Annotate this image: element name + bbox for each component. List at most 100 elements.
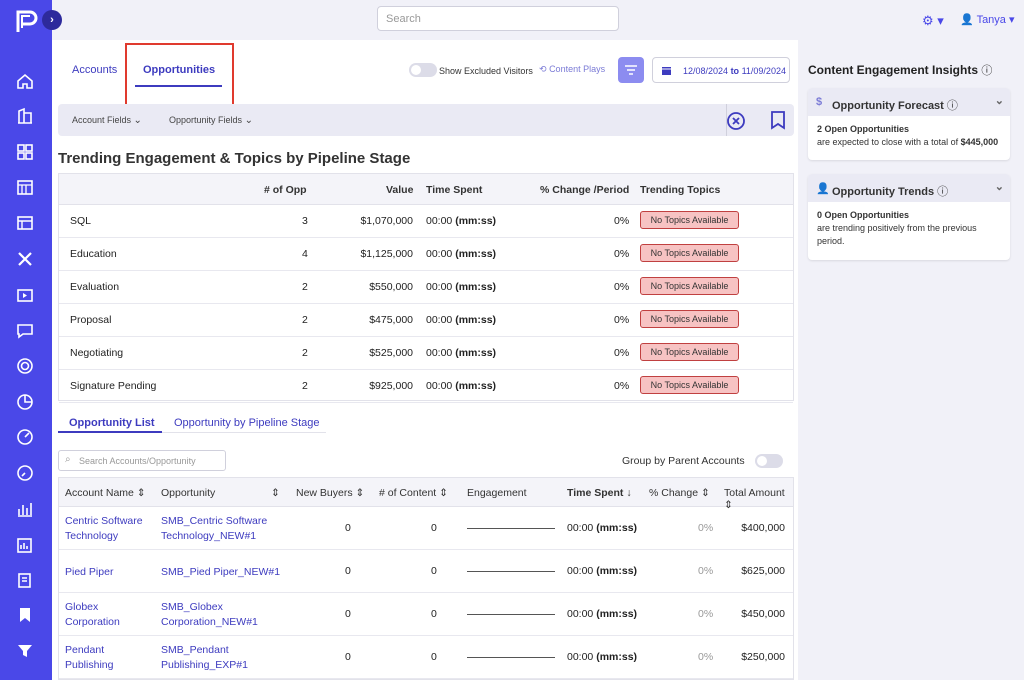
filter-button[interactable] [618,57,644,83]
forecast-card-header[interactable]: $ Opportunity Forecast ⓘ ⌄ [808,88,1010,116]
tab-by-pipeline-stage[interactable]: Opportunity by Pipeline Stage [174,417,320,429]
change-value: 0% [614,314,630,326]
opportunity-link[interactable]: SMB_Globex Corporation_NEW#1 [161,600,258,630]
opportunity-link[interactable]: SMB_Centric Software Technology_NEW#1 [161,514,267,544]
analytics-icon[interactable] [16,428,34,446]
info-icon[interactable]: ⓘ [937,186,948,198]
stage-row: SQL 3 $1,070,000 00:00 (mm:ss) 0% No Top… [59,205,793,238]
video-icon[interactable] [16,286,34,304]
opp-count: 2 [302,380,308,392]
topics-badge: No Topics Available [640,211,739,229]
content-count: 0 [431,522,437,534]
account-name-link[interactable]: Globex Corporation [65,600,120,630]
forecast-body: 2 Open Opportunities are expected to clos… [817,124,999,147]
opp-count: 4 [302,248,308,260]
sidebar-rail [0,0,52,680]
account-name-link[interactable]: Centric Software Technology [65,514,143,544]
window-icon[interactable] [16,214,34,232]
time-spent: 00:00 (mm:ss) [426,380,497,392]
calendar-grid-icon[interactable] [16,178,34,196]
engagement-line [467,614,555,615]
account-name-link[interactable]: Pendant Publishing [65,643,113,673]
stage-row: Proposal 2 $475,000 00:00 (mm:ss) 0% No … [59,304,793,337]
expand-sidebar-button[interactable]: › [42,10,62,30]
content-plays-link[interactable]: ⟲ Content Plays [539,64,605,75]
trending-header: # of Opp Value Time Spent % Change /Peri… [59,174,793,205]
save-bookmark-icon[interactable] [770,110,786,130]
col-engagement: Engagement [467,487,527,499]
chevron-down-icon: ⌄ [133,115,142,126]
account-name-link[interactable]: Pied Piper [65,565,113,580]
col-account-name[interactable]: Account Name ⇕ [65,487,146,499]
topics-badge: No Topics Available [640,310,739,328]
engagement-line [467,528,555,529]
clear-filters-icon[interactable] [726,111,746,131]
opportunity-link[interactable]: SMB_Pied Piper_NEW#1 [161,565,280,580]
dashboard-icon[interactable] [16,143,34,161]
col-new-buyers[interactable]: New Buyers ⇕ [296,487,364,499]
table-row: Pendant Publishing SMB_Pendant Publishing_… [59,636,793,679]
time-spent: 00:00 (mm:ss) [426,215,497,227]
home-icon[interactable] [16,72,34,90]
trends-card-header[interactable]: 👤 Opportunity Trends ⓘ ⌄ [808,174,1010,202]
opportunity-fields-dropdown[interactable]: Opportunity Fields ⌄ [169,115,253,126]
stage-row: Evaluation 2 $550,000 00:00 (mm:ss) 0% N… [59,271,793,304]
account-fields-dropdown[interactable]: Account Fields ⌄ [72,115,142,126]
group-parent-toggle[interactable] [755,454,783,468]
opportunity-link[interactable]: SMB_Pendant Publishing_EXP#1 [161,643,248,673]
time-spent: 00:00 (mm:ss) [567,608,638,620]
settings-gear-icon[interactable]: ⚙ ▾ [922,13,944,29]
report-icon[interactable] [16,536,34,554]
col-num-content[interactable]: # of Content ⇕ [379,487,448,499]
info-icon[interactable]: ⓘ [947,100,958,112]
tools-icon[interactable] [16,250,34,268]
bar-chart-icon[interactable] [16,500,34,518]
stage-row: Education 4 $1,125,000 00:00 (mm:ss) 0% … [59,238,793,271]
engagement-line [467,657,555,658]
pie-chart-icon[interactable] [16,393,34,411]
search-icon: ⌕ [65,454,71,465]
trends-body: 0 Open Opportunities are trending positiv… [817,210,977,246]
list-header: Account Name ⇕ Opportunity ⇕ New Buyers … [59,478,793,511]
change-value: 0% [614,380,630,392]
group-parent-label: Group by Parent Accounts [622,455,745,467]
global-search-input[interactable]: Search [377,6,619,31]
chevron-down-icon[interactable]: ⌄ [995,94,1004,107]
time-spent: 00:00 (mm:ss) [426,281,497,293]
opp-count: 3 [302,215,308,227]
highlight-box [125,43,234,106]
date-range-picker[interactable]: 12/08/2024 to 11/09/2024 [652,57,790,83]
table-row: Pied Piper SMB_Pied Piper_NEW#1 0 0 00:0… [59,550,793,593]
gauge-icon[interactable] [16,464,34,482]
tab-opportunity-list[interactable]: Opportunity List [69,417,155,429]
filter-icon[interactable] [16,642,34,660]
calendar-icon [662,67,671,75]
time-spent: 00:00 (mm:ss) [567,565,638,577]
target-icon[interactable] [16,357,34,375]
dollar-icon: $ [816,96,823,108]
trends-card: 👤 Opportunity Trends ⓘ ⌄ 0 Open Opportun… [808,174,1010,260]
building-icon[interactable] [16,107,34,125]
date-from: 12/08/2024 [683,66,729,76]
bookmark-icon[interactable] [16,606,34,624]
clipboard-icon[interactable] [16,571,34,589]
sort-icon[interactable]: ⇕ [271,487,280,499]
content-count: 0 [431,651,437,663]
new-buyers: 0 [345,565,351,577]
excluded-visitors-toggle[interactable] [409,63,437,77]
stage-value: $475,000 [369,314,413,326]
app-logo[interactable] [12,6,42,36]
col-percent-change[interactable]: % Change ⇕ [649,487,710,499]
forecast-title: Opportunity Forecast [832,100,944,112]
info-icon[interactable]: ⓘ [981,65,992,77]
col-time-spent-sorted[interactable]: Time Spent ↓ [567,487,632,499]
table-row: Globex Corporation SMB_Globex Corporation_… [59,593,793,636]
megaphone-icon: ⟲ [539,64,547,74]
chevron-down-icon[interactable]: ⌄ [995,180,1004,193]
tab-accounts[interactable]: Accounts [72,64,117,76]
chat-icon[interactable] [16,322,34,340]
list-search-input[interactable]: ⌕ Search Accounts/Opportunity [58,450,226,471]
user-menu[interactable]: 👤 Tanya ▾ [960,13,1015,26]
col-opportunity[interactable]: Opportunity [161,487,215,499]
stage-value: $1,070,000 [360,215,413,227]
